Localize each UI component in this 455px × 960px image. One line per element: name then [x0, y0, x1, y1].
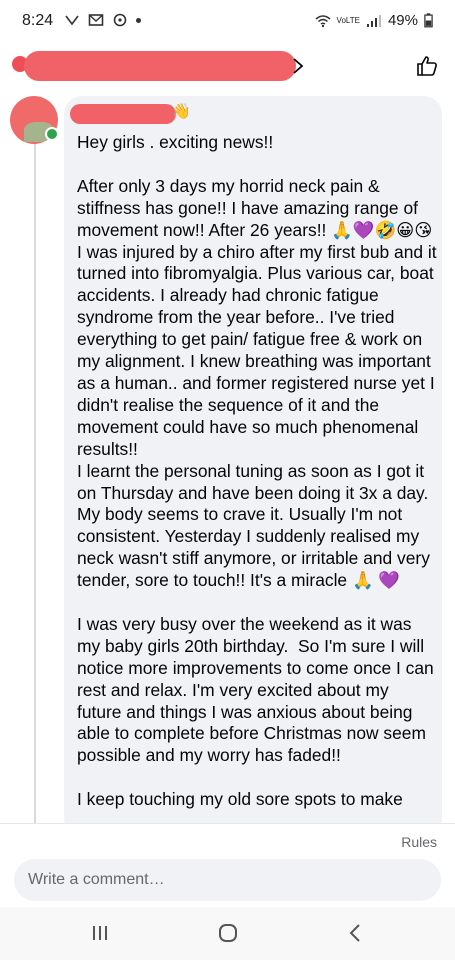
system-nav-bar [0, 907, 455, 960]
network-label: VoLTE [336, 15, 360, 25]
battery-percent: 49% [387, 12, 418, 29]
chevron-right-icon[interactable] [291, 57, 305, 75]
comment-text: Hey girls . exciting news!! After only 3… [77, 132, 437, 810]
notification-dot [136, 17, 141, 23]
messenger-icon [113, 13, 127, 27]
status-time: 8:24 [22, 12, 54, 29]
home-icon[interactable] [216, 921, 240, 945]
online-status-dot [45, 127, 59, 141]
name-emoji: 👋 [172, 103, 191, 120]
post-header [0, 44, 455, 88]
comment-bubble: 👋 Hey girls . exciting news!! After only… [64, 96, 442, 836]
rules-link[interactable]: Rules [401, 834, 437, 850]
comment-composer: Rules Write a comment… [0, 823, 455, 907]
recent-apps-icon[interactable] [88, 921, 112, 945]
redacted-title[interactable] [24, 51, 296, 81]
cast-icon [65, 15, 79, 26]
comment-input[interactable]: Write a comment… [14, 859, 441, 901]
thread-line [34, 138, 36, 828]
redacted-author-name[interactable] [70, 104, 176, 124]
battery-icon [424, 13, 433, 28]
wifi-icon [315, 14, 331, 27]
status-bar: 8:24 VoLTE 49% [0, 0, 455, 44]
like-icon[interactable] [415, 54, 439, 78]
signal-icon [366, 14, 381, 27]
mail-icon [88, 14, 104, 26]
back-icon[interactable] [344, 921, 368, 945]
